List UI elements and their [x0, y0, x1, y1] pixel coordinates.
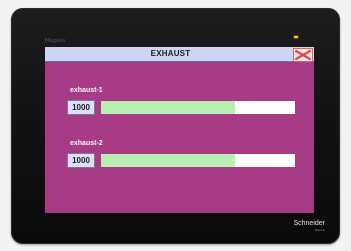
exhaust-2-bar-fill [101, 154, 235, 167]
exhaust-1-bar-fill [101, 101, 235, 114]
exhaust-2-value[interactable]: 1000 [67, 153, 95, 168]
brand-name: Schneider [293, 220, 325, 227]
screen-title: EXHAUST [150, 49, 191, 58]
exhaust-2-label: exhaust-2 [70, 140, 103, 147]
exhaust-1-value[interactable]: 1000 [67, 100, 95, 115]
exhaust-1-label: exhaust-1 [70, 87, 103, 94]
brand-logo: Schneider Electric [282, 220, 325, 232]
title-bar: EXHAUST [45, 47, 314, 62]
close-icon [294, 49, 312, 61]
device-model-label: Magelis [45, 38, 66, 44]
exhaust-1-bar [101, 101, 295, 114]
brand-subtitle: Electric [315, 228, 325, 232]
close-button[interactable] [293, 48, 313, 62]
hmi-screen: EXHAUST exhaust-1 1000 exhaust-2 1000 [45, 47, 314, 213]
status-led [294, 36, 298, 38]
exhaust-2-bar [101, 154, 295, 167]
